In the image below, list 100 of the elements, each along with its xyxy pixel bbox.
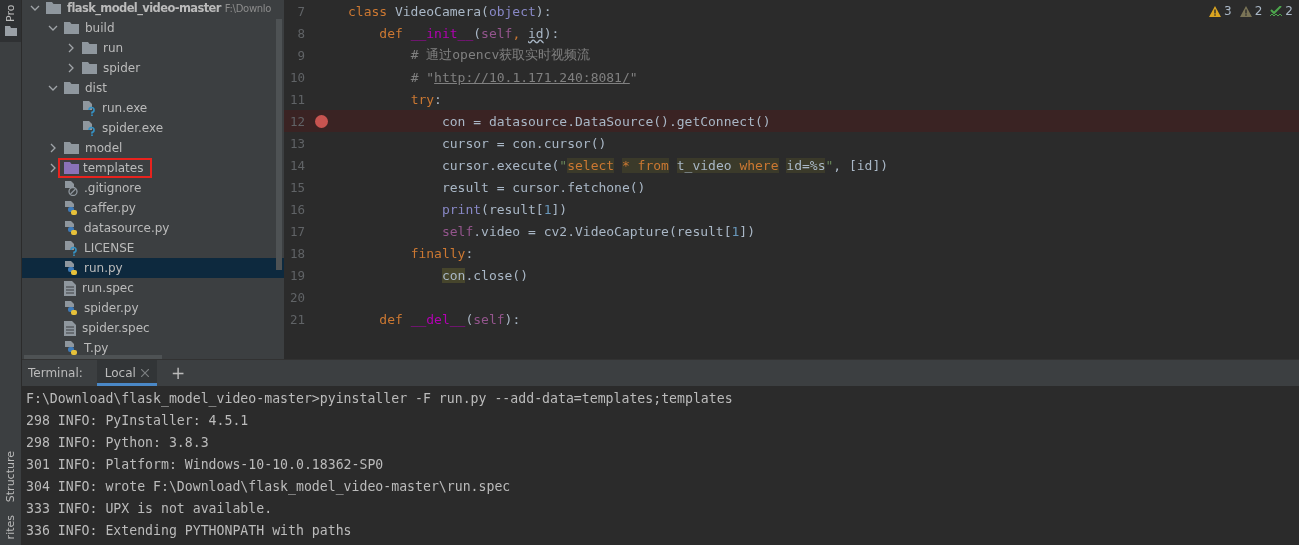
code-line: try:	[409, 91, 442, 107]
line-number: 9	[296, 47, 305, 63]
code-line: result = cursor.fetchone()	[440, 179, 646, 195]
folder-icon	[46, 2, 61, 14]
panel-title: Terminal:	[28, 366, 83, 380]
tree-item[interactable]: flask_model_video-master F:\Downlo	[22, 0, 284, 18]
line-number: 19	[288, 267, 305, 283]
line-number: 11	[288, 91, 305, 107]
code-line: finally:	[409, 245, 474, 261]
folder-icon	[82, 42, 97, 54]
line-number: 12	[288, 113, 305, 129]
tree-item-label: run.spec	[81, 281, 135, 295]
python-file-icon	[64, 260, 78, 276]
tree-item-label: run.py	[83, 261, 124, 275]
tree-item-label: run	[102, 41, 125, 55]
breakpoint-icon[interactable]	[315, 114, 328, 128]
tree-item-label: templates	[61, 161, 150, 175]
terminal-line: 304 INFO: wrote F:\Download\flask_model_video-master\run.spec	[26, 477, 512, 497]
tree-item[interactable]: .gitignore	[22, 178, 284, 198]
tree-item[interactable]: run.py	[22, 258, 284, 278]
code-line: print(result[1])	[440, 201, 568, 217]
tree-item[interactable]: datasource.py	[22, 218, 284, 238]
terminal-line: 301 INFO: Platform: Windows-10-10.0.18362-SP0	[26, 455, 385, 474]
unknown-file-icon	[82, 100, 96, 116]
add-tab-button[interactable]: +	[164, 363, 192, 383]
inspection-counter[interactable]: 2	[1239, 4, 1263, 18]
close-icon[interactable]	[140, 369, 149, 377]
tree-item[interactable]: spider.py	[22, 298, 284, 318]
python-file-icon	[64, 200, 78, 216]
line-number: 16	[288, 201, 305, 217]
line-number: 7	[296, 3, 305, 19]
tree-item[interactable]: spider.exe	[22, 118, 284, 138]
ignored-file-icon	[64, 180, 78, 196]
tree-item[interactable]: model	[22, 138, 284, 158]
line-number: 21	[288, 311, 305, 327]
folder-icon	[82, 62, 97, 74]
python-file-icon	[64, 300, 78, 316]
code-line: con = datasource.DataSource().getConnect()	[440, 113, 771, 129]
tree-item-label: datasource.py	[83, 221, 171, 235]
tree-item[interactable]: dist	[22, 78, 284, 98]
python-file-icon	[64, 340, 78, 356]
line-number: 13	[288, 135, 305, 151]
line-number: 10	[288, 69, 305, 85]
terminal-line: 298 INFO: PyInstaller: 4.5.1	[26, 411, 250, 430]
warning-icon	[1239, 5, 1252, 17]
inspection-counter[interactable]: 3	[1209, 4, 1232, 18]
terminal-line: 336 INFO: Extending PYTHONPATH with paths	[26, 521, 353, 540]
line-number: 17	[288, 223, 305, 239]
code-line: class VideoCamera(object):	[348, 3, 552, 19]
tree-item[interactable]: run.spec	[22, 278, 284, 298]
tree-item-label: caffer.py	[83, 201, 137, 215]
code-line: # 通过opencv获取实时视频流	[409, 46, 591, 64]
project-tool-tab[interactable]: Pro	[0, 0, 21, 42]
inspection-counter[interactable]: 2	[1270, 4, 1293, 18]
tree-item-label: dist	[84, 81, 108, 95]
tree-item-label: flask_model_video-master	[66, 1, 223, 15]
tree-item-label: spider.py	[83, 301, 140, 315]
python-file-icon	[64, 220, 78, 236]
tree-item-label: LICENSE	[83, 241, 136, 255]
tool-window-tab[interactable]: rites	[0, 508, 21, 545]
tree-item[interactable]: run.exe	[22, 98, 284, 118]
tree-item[interactable]: templates	[22, 158, 284, 178]
folder-icon	[64, 142, 79, 154]
folder-icon	[64, 82, 79, 94]
path-hint: F:\Downlo	[224, 2, 272, 14]
tree-item[interactable]: spider	[22, 58, 284, 78]
scrollbar[interactable]	[276, 19, 282, 270]
unknown-file-icon	[82, 120, 96, 136]
tree-item[interactable]: T.py	[22, 338, 284, 358]
code-line: cursor.execute("select * from t_video where id=%s", [id])	[440, 157, 889, 173]
terminal-line: 333 INFO: UPX is not available.	[26, 499, 274, 518]
folder-icon	[64, 22, 79, 34]
tree-item-label: run.exe	[101, 101, 149, 115]
tree-item-label: .gitignore	[83, 181, 143, 195]
folder-icon	[64, 162, 79, 174]
tree-item[interactable]: run	[22, 38, 284, 58]
tree-item[interactable]: build	[22, 18, 284, 38]
tree-item-label: model	[84, 141, 124, 155]
tree-item[interactable]: spider.spec	[22, 318, 284, 338]
tree-item-label: T.py	[83, 341, 110, 355]
terminal-line: F:\Download\flask_model_video-master>pyinstaller -F run.py --add-data=templates;templates	[26, 389, 734, 409]
line-number: 18	[288, 245, 305, 261]
tree-item-label: spider.exe	[101, 121, 165, 135]
tree-item[interactable]: LICENSE	[22, 238, 284, 258]
line-number: 8	[296, 25, 305, 41]
text-file-icon	[64, 280, 76, 296]
line-number: 15	[288, 179, 305, 195]
tree-item-label: spider.spec	[81, 321, 151, 335]
warning-icon	[1209, 5, 1222, 17]
tool-window-tab[interactable]: Structure	[0, 445, 21, 509]
tree-item-label: spider	[102, 61, 142, 75]
terminal-tab[interactable]: Local	[96, 360, 157, 386]
folder-icon	[4, 26, 17, 36]
terminal-line: 298 INFO: Python: 3.8.3	[26, 433, 210, 452]
unknown-file-icon	[64, 240, 78, 256]
text-file-icon	[64, 320, 76, 336]
tree-item-label: build	[84, 21, 116, 35]
code-line: cursor = con.cursor()	[440, 135, 607, 151]
code-line: def __del__(self):	[378, 311, 521, 327]
tree-item[interactable]: caffer.py	[22, 198, 284, 218]
